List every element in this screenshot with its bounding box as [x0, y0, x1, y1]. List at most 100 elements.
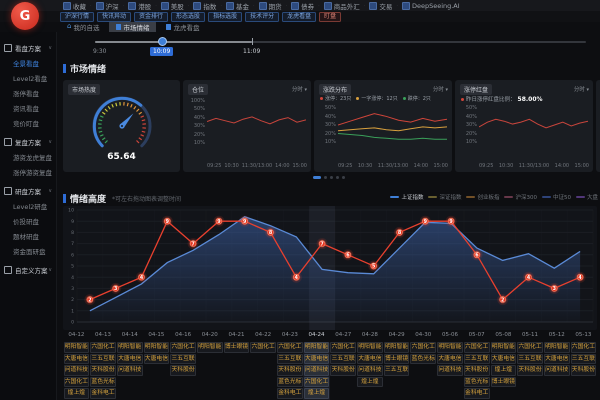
stock-cell[interactable]: 明阳智能 — [384, 342, 410, 353]
stock-cell[interactable]: 六国化工 — [90, 342, 116, 353]
pager-dot-2[interactable] — [330, 176, 333, 179]
quick-button-3[interactable]: 形态选股 — [171, 12, 205, 22]
market-nav-6[interactable]: 期货 — [256, 1, 285, 11]
stock-cell[interactable]: 蓝色光标 — [90, 377, 116, 388]
stock-cell[interactable]: 煌上煌 — [357, 377, 383, 388]
stock-cell[interactable]: 三五互联 — [90, 354, 116, 365]
stock-cell[interactable]: 大唐电信 — [357, 354, 383, 365]
market-nav-0[interactable]: 收藏 — [60, 1, 89, 11]
stock-cell[interactable]: 天科股份 — [464, 365, 490, 376]
stock-cell[interactable]: 明阳智能 — [437, 342, 463, 353]
stock-cell[interactable]: 三五互联 — [170, 354, 196, 365]
stock-cell[interactable]: 大唐电信 — [304, 354, 330, 365]
stock-cell[interactable]: 明阳智能 — [144, 342, 170, 353]
stock-cell[interactable]: 三五互联 — [571, 354, 597, 365]
stock-cell[interactable]: 三五互联 — [277, 354, 303, 365]
stock-cell[interactable]: 三五互联 — [464, 354, 490, 365]
index-legend-5[interactable]: 大盘 — [576, 193, 598, 201]
sidebar-item-0-3[interactable]: 资讯看盘 — [0, 100, 56, 115]
sidebar-item-0-2[interactable]: 涨停看盘 — [0, 85, 56, 100]
stock-cell[interactable]: 天科股份 — [170, 365, 196, 376]
workspace-tab-2[interactable]: 龙虎看盘 — [159, 22, 206, 32]
quick-button-5[interactable]: 技术评分 — [245, 12, 279, 22]
stock-cell[interactable]: 六国化工 — [410, 342, 436, 353]
pager-dot-4[interactable] — [342, 176, 345, 179]
sidebar-section-header-2[interactable]: 研盘方案∨ — [0, 184, 56, 198]
stock-cell[interactable]: 问道科技 — [544, 365, 570, 376]
stock-cell[interactable]: 明阳智能 — [117, 342, 143, 353]
slider-handle[interactable] — [158, 37, 167, 46]
stock-cell[interactable]: 大唐电信 — [144, 354, 170, 365]
sidebar-section-header-3[interactable]: 自定义方案∨ — [0, 263, 56, 277]
stock-cell[interactable]: 六国化工 — [304, 377, 330, 388]
stock-cell[interactable]: 蓝色光标 — [410, 354, 436, 365]
quick-button-1[interactable]: 快讯异动 — [97, 12, 131, 22]
stock-cell[interactable]: 蓝色光标 — [277, 377, 303, 388]
pager-dot-3[interactable] — [336, 176, 339, 179]
period-dropdown[interactable]: 分时 — [433, 85, 448, 93]
sidebar-section-header-0[interactable]: 看盘方案∨ — [0, 41, 56, 55]
stock-cell[interactable]: 三五互联 — [384, 365, 410, 376]
workspace-tab-1[interactable]: 市场情绪 — [109, 22, 156, 32]
sidebar-item-2-2[interactable]: 题材研盘 — [0, 228, 56, 243]
stock-cell[interactable]: 天科股份 — [90, 365, 116, 376]
stock-cell[interactable]: 问道科技 — [64, 365, 90, 376]
sidebar-item-1-1[interactable]: 涨停游资复盘 — [0, 164, 56, 179]
stock-cell[interactable]: 大唐电信 — [117, 354, 143, 365]
market-nav-1[interactable]: 沪深 — [93, 1, 122, 11]
pager-dot-0[interactable] — [313, 176, 321, 179]
sidebar-item-0-1[interactable]: Level2看盘 — [0, 70, 56, 85]
sidebar-section-header-1[interactable]: 复盘方案∨ — [0, 135, 56, 149]
market-nav-4[interactable]: 指数 — [190, 1, 219, 11]
index-legend-3[interactable]: 沪深300 — [504, 193, 537, 201]
period-dropdown[interactable]: 分时 — [292, 85, 307, 93]
period-dropdown[interactable]: 分时 — [574, 85, 589, 93]
sidebar-item-1-0[interactable]: 游资龙虎复盘 — [0, 149, 56, 164]
workspace-tab-0[interactable]: ⌂我的自选 — [60, 22, 106, 32]
stock-cell[interactable]: 煌上煌 — [64, 388, 90, 399]
stock-cell[interactable]: 金科电工 — [90, 388, 116, 399]
market-nav-10[interactable]: DeepSeeing.AI — [399, 2, 463, 10]
stock-cell[interactable]: 问道科技 — [357, 365, 383, 376]
quick-button-4[interactable]: 指标选股 — [208, 12, 242, 22]
stock-cell[interactable]: 金科电工 — [464, 388, 490, 399]
stock-cell[interactable]: 问道科技 — [117, 365, 143, 376]
stock-cell[interactable]: 煌上煌 — [304, 388, 330, 399]
market-nav-3[interactable]: 美股 — [158, 1, 187, 11]
stock-cell[interactable]: 明阳智能 — [304, 342, 330, 353]
stock-cell[interactable]: 问道科技 — [304, 365, 330, 376]
stock-cell[interactable]: 六国化工 — [330, 342, 356, 353]
stock-cell[interactable]: 六国化工 — [250, 342, 276, 353]
quick-button-7[interactable]: 盯盘 — [319, 12, 341, 22]
sidebar-item-0-0[interactable]: 全景看盘 — [0, 55, 56, 70]
quick-button-0[interactable]: 沪深行情 — [60, 12, 94, 22]
stock-cell[interactable]: 六国化工 — [517, 342, 543, 353]
sidebar-item-2-3[interactable]: 资金面研盘 — [0, 243, 56, 258]
stock-cell[interactable]: 明阳智能 — [491, 342, 517, 353]
market-nav-5[interactable]: 基金 — [223, 1, 252, 11]
stock-cell[interactable]: 博士眼镜 — [224, 342, 250, 353]
sidebar-item-2-1[interactable]: 价投研盘 — [0, 213, 56, 228]
stock-cell[interactable]: 蓝色光标 — [464, 377, 490, 388]
stock-cell[interactable]: 明阳智能 — [544, 342, 570, 353]
stock-cell[interactable]: 问道科技 — [437, 365, 463, 376]
sidebar-item-0-4[interactable]: 竞价盯盘 — [0, 115, 56, 130]
stock-cell[interactable]: 大唐电信 — [491, 354, 517, 365]
index-legend-0[interactable]: 上证指数 — [390, 193, 423, 201]
market-nav-7[interactable]: 债券 — [288, 1, 317, 11]
stock-cell[interactable]: 博士眼镜 — [491, 377, 517, 388]
stock-cell[interactable]: 六国化工 — [571, 342, 597, 353]
index-legend-1[interactable]: 深证指数 — [428, 193, 461, 201]
stock-cell[interactable]: 六国化工 — [277, 342, 303, 353]
stock-cell[interactable]: 六国化工 — [170, 342, 196, 353]
index-legend-4[interactable]: 中证50 — [542, 193, 571, 201]
stock-cell[interactable]: 大唐电信 — [64, 354, 90, 365]
stock-cell[interactable]: 明阳智能 — [197, 342, 223, 353]
stock-cell[interactable]: 天科股份 — [517, 365, 543, 376]
quick-button-6[interactable]: 龙虎看盘 — [282, 12, 316, 22]
stock-cell[interactable]: 六国化工 — [464, 342, 490, 353]
pager-dot-1[interactable] — [324, 176, 327, 179]
market-nav-9[interactable]: 交易 — [366, 1, 395, 11]
stock-cell[interactable]: 明阳智能 — [357, 342, 383, 353]
stock-cell[interactable]: 金科电工 — [277, 388, 303, 399]
